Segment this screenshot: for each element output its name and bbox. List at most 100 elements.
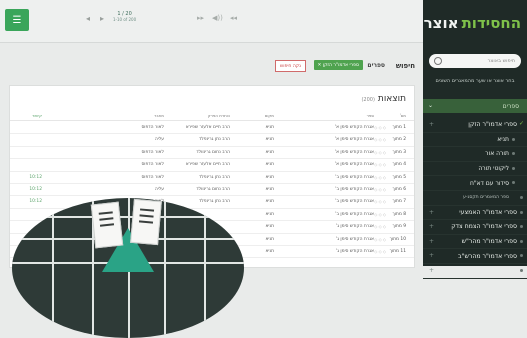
row-action-icons[interactable]: ◇ ◇ ◇ <box>374 187 386 192</box>
sidebar-item[interactable]: סידור עם דא"ח <box>423 176 527 191</box>
expand-plus-icon[interactable]: + <box>429 121 434 128</box>
table-row[interactable]: 5 מתוך אגרת הקודש סימן ב' תניא הרב נתן גרינ… <box>10 171 414 184</box>
sidebar-subtitle: בחר אוצר או שער מהמאגרים השונים <box>435 78 515 84</box>
row-action-icons[interactable]: ◇ ◇ ◇ <box>374 224 386 229</box>
app-logo[interactable]: החסידות אוצר <box>423 8 521 38</box>
clear-search-button[interactable]: נקה חיפוש <box>275 60 306 72</box>
filter-tag[interactable]: ספרי אדמו"ר הזקן ✕ <box>313 60 363 70</box>
row-action-icons[interactable]: ◇ ◇ ◇ <box>374 162 386 167</box>
header-num: מס' <box>399 113 406 118</box>
sidebar-item[interactable]: תורה אור <box>423 147 527 162</box>
pager-range: 1-10 of 200 <box>113 17 137 22</box>
result-link[interactable]: 10:12 <box>29 199 42 204</box>
table-row[interactable]: 3 מתוך אגרת הקודש סימן א' תניא הרב נחום גרי… <box>10 146 414 160</box>
table-row[interactable]: 2 מתוך אגרת הקודש סימן א' תניא הרב נתן גרינ… <box>10 133 414 147</box>
sidebar-item-label: ספר המאמרים תקסג-ע <box>462 195 509 201</box>
result-location: תניא <box>265 149 274 155</box>
results-count: (200) <box>361 97 375 103</box>
result-chapter: הרב נתן גרינפלד <box>198 174 230 180</box>
sidebar-item-label: ספרי אדמו"ר האמצעי <box>459 208 517 216</box>
search-icon[interactable] <box>434 57 442 65</box>
result-book: אגרת הקודש סימן ב' <box>335 199 374 205</box>
result-number: 10 מתוך <box>389 236 406 242</box>
result-author: לאור הדפוס <box>141 149 164 155</box>
next-arrow-icon[interactable]: ▸ <box>100 14 104 23</box>
expand-plus-icon[interactable]: + <box>429 238 434 245</box>
result-chapter: הרב נחום גרינוולד <box>196 149 230 155</box>
row-action-icons[interactable]: ◇ ◇ ◇ <box>374 249 386 254</box>
sidebar-item-label: ספרי אדמו"ר הצמח צדק <box>451 223 517 231</box>
sidebar-item[interactable]: ספרי אדמו"ר האמצעי + <box>423 206 527 221</box>
last-page-icon[interactable]: ◂◂ <box>230 14 237 22</box>
row-action-icons[interactable]: ◇ ◇ ◇ <box>374 175 386 180</box>
result-book: אגרת הקודש סימן ב' <box>335 211 374 217</box>
row-action-icons[interactable]: ◇ ◇ ◇ <box>374 212 386 217</box>
result-book: אגרת הקודש סימן א' <box>334 162 374 168</box>
sidebar-item[interactable]: ספרי אדמו"ר מהר"ש + <box>423 235 527 250</box>
sidebar-item-label: תורה אור <box>485 150 509 158</box>
table-row[interactable]: 4 מתוך אגרת הקודש סימן א' תניא הרב חיים אלע… <box>10 158 414 172</box>
result-number: 6 מתוך <box>392 187 406 192</box>
result-number: 1 מתוך <box>392 125 406 130</box>
bullet-icon <box>520 195 523 199</box>
table-row[interactable]: 6 מתוך אגרת הקודש סימן ב' תניא הרב נחום גרי… <box>10 183 414 197</box>
sidebar-item[interactable]: ספרי אדמו"ר מהרש"ב + <box>423 249 527 264</box>
result-chapter: הרב חיים אלעזר שפירא <box>185 162 230 168</box>
expand-plus-icon[interactable]: + <box>429 209 434 216</box>
row-action-icons[interactable]: ◇ ◇ ◇ <box>374 237 386 242</box>
result-location: תניא <box>265 137 274 143</box>
chevron-down-icon[interactable]: ⌄ <box>428 102 433 109</box>
result-location: תניא <box>265 199 274 205</box>
book-illustration-left <box>90 201 124 249</box>
app-title-accent: החסידות <box>461 14 521 32</box>
result-author: לאור הדפוס <box>141 174 164 180</box>
result-book: אגרת הקודש סימן א' <box>334 149 374 155</box>
result-number: 3 מתוך <box>392 149 406 155</box>
sidebar-item[interactable]: ספר המאמרים תקסג-ע <box>423 191 527 206</box>
expand-plus-icon[interactable]: + <box>429 252 434 259</box>
sidebar-item-label: ספרי אדמו"ר מהר"ש <box>461 238 517 246</box>
category-header-books[interactable]: ספרים ⌄ <box>423 99 527 113</box>
result-author: לאור הדפוס <box>141 162 164 168</box>
row-action-icons[interactable]: ◇ ◇ ◇ <box>374 150 386 155</box>
app-title-main: אוצר <box>423 14 459 32</box>
category-label: ספרים <box>502 102 519 110</box>
bullet-icon <box>512 166 515 170</box>
sidebar-item[interactable]: ליקוטי תורה <box>423 162 527 177</box>
sidebar-book-list: ספרי אדמו"ר הזקן ✓ + תניא תורה אור ליקוטי תור… <box>423 118 527 279</box>
sidebar-search-input[interactable]: חיפוש באוצר <box>429 54 521 68</box>
header-author: מחבר <box>154 113 164 118</box>
result-location: תניא <box>265 224 274 230</box>
prev-arrow-icon[interactable]: ◂ <box>86 14 90 23</box>
bullet-icon <box>520 210 523 214</box>
first-page-icon[interactable]: ▸▸ <box>197 14 204 22</box>
result-book: אגרת הקודש סימן א' <box>334 137 374 143</box>
sidebar-item[interactable]: תניא <box>423 133 527 148</box>
audio-icon[interactable]: ◀)) <box>212 14 223 22</box>
row-action-icons[interactable]: ◇ ◇ ◇ <box>374 199 386 204</box>
result-chapter: הרב חיים אלעזר שפירא <box>185 125 230 130</box>
sidebar-item[interactable]: ספרי אדמו"ר הצמח צדק + <box>423 220 527 235</box>
result-author: עליה <box>154 137 164 143</box>
top-toolbar: ☰ ◂ ▸ 1 / 20 1-10 of 200 ▸▸ ◀)) ◂◂ <box>0 0 423 43</box>
results-title-text: תוצאות <box>377 94 406 104</box>
expand-plus-icon[interactable]: + <box>429 223 434 230</box>
result-link[interactable]: 10:12 <box>29 175 42 180</box>
header-location: מקום <box>264 113 274 118</box>
table-row[interactable]: 1 מתוך אגרת הקודש סימן א' תניא הרב חיים אלע… <box>10 121 414 135</box>
expand-plus-icon[interactable]: + <box>429 267 434 274</box>
header-link: קישור <box>32 113 42 118</box>
row-action-icons[interactable]: ◇ ◇ ◇ <box>374 137 386 142</box>
row-action-icons[interactable]: ◇ ◇ ◇ <box>374 125 386 130</box>
result-link[interactable]: 10:12 <box>29 187 42 192</box>
sidebar-item[interactable]: ספרי אדמו"ר הזקן ✓ + <box>423 118 527 133</box>
app-window: ☰ ◂ ▸ 1 / 20 1-10 of 200 ▸▸ ◀)) ◂◂ חיפוש… <box>0 0 527 338</box>
sidebar-item[interactable]: ספרי אדמו"ר מהריי"צ + <box>423 264 527 279</box>
result-location: תניא <box>265 174 274 180</box>
bullet-icon <box>512 137 515 141</box>
result-author: עליה <box>154 187 164 192</box>
result-book: אגרת הקודש סימן ג' <box>335 249 374 254</box>
result-book: אגרת הקודש סימן א' <box>334 125 374 130</box>
menu-list-icon[interactable]: ☰ <box>5 9 29 31</box>
bullet-icon <box>512 181 515 185</box>
